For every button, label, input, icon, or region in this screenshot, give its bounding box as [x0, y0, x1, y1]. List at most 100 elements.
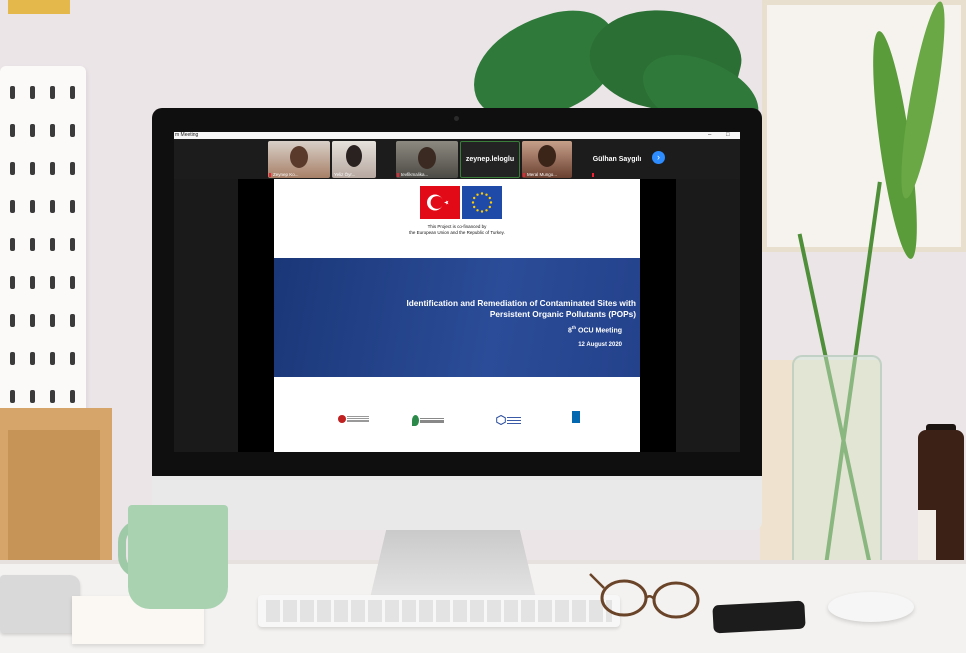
- eu-star-icon: [485, 193, 488, 196]
- pegboard-hole: [70, 124, 75, 137]
- participant-tile[interactable]: Yeliz Öyr...: [332, 141, 376, 178]
- title-band: Identification and Remediation of Contam…: [274, 258, 640, 377]
- eu-star-icon: [480, 192, 484, 195]
- window-title: m Meeting: [175, 132, 199, 138]
- avatar: [290, 146, 308, 168]
- pegboard-hole: [10, 162, 15, 175]
- shared-screen: This Project is co-financed by the Europ…: [238, 179, 676, 452]
- pegboard-hole: [50, 314, 55, 327]
- pegboard-hole: [70, 238, 75, 251]
- environment-agency-logo: [412, 415, 444, 429]
- participant-tile[interactable]: tevfikmalika...: [396, 141, 458, 178]
- sticky-note: [8, 0, 70, 14]
- pegboard-hole: [10, 314, 15, 327]
- pegboard-hole: [30, 86, 35, 99]
- eu-star-icon: [488, 205, 491, 209]
- mic-muted-icon: [523, 173, 525, 177]
- participant-tile[interactable]: Zeynep Ko...: [268, 141, 330, 178]
- pegboard-hole: [30, 390, 35, 403]
- pegboard-hole: [50, 86, 55, 99]
- slide-title: Identification and Remediation of Contam…: [346, 298, 636, 319]
- eu-star-icon: [488, 196, 491, 200]
- pegboard-hole: [50, 390, 55, 403]
- webcam-icon: [454, 116, 459, 121]
- eu-flag-icon: [462, 186, 502, 219]
- green-mug: [128, 505, 228, 609]
- participant-name: tevfikmalika...: [401, 172, 429, 177]
- meeting-label: 8th OCU Meeting: [568, 325, 622, 334]
- pegboard-hole: [70, 200, 75, 213]
- pegboard-hole: [50, 238, 55, 251]
- ministry-logo: [338, 415, 369, 429]
- slide-title-line: Persistent Organic Pollutants (POPs): [489, 308, 636, 319]
- pegboard-hole: [50, 276, 55, 289]
- pegboard-hole: [50, 162, 55, 175]
- eu-star-icon: [480, 210, 484, 213]
- participant-tile-active[interactable]: zeynep.leloglu: [460, 141, 520, 178]
- cork-board: [8, 430, 100, 570]
- pegboard-hole: [30, 162, 35, 175]
- eu-star-icon: [471, 201, 475, 204]
- window-titlebar[interactable]: m Meeting – □: [174, 132, 740, 139]
- pegboard-hole: [30, 352, 35, 365]
- pegboard-hole: [10, 124, 15, 137]
- eu-star-icon: [489, 201, 493, 204]
- cofinance-line: the European Union and the Republic of T…: [409, 229, 505, 235]
- participant-name: Meral Mungo...: [527, 172, 558, 177]
- slide-title-line: Identification and Remediation of Contam…: [406, 298, 636, 308]
- pegboard-hole: [30, 200, 35, 213]
- participant-tile[interactable]: Gülhan Saygılı: [586, 141, 648, 178]
- participant-strip: Zeynep Ko... Yeliz Öyr... tevfikmalika..…: [174, 139, 740, 179]
- meeting-text: OCU Meeting: [576, 327, 622, 335]
- participant-name: zeynep.leloglu: [465, 156, 515, 163]
- pegboard-hole: [30, 314, 35, 327]
- pegboard-hole: [50, 352, 55, 365]
- participant-name: Gülhan Saygılı: [592, 156, 642, 163]
- presentation-slide: This Project is co-financed by the Europ…: [274, 179, 640, 452]
- chevron-right-icon[interactable]: ›: [652, 151, 665, 164]
- eu-star-icon: [473, 196, 476, 200]
- smartphone: [712, 600, 806, 634]
- glasses-icon: [589, 573, 700, 619]
- monitor-chin: [152, 476, 762, 530]
- avatar: [538, 145, 556, 167]
- mic-muted-icon: [269, 173, 271, 177]
- eu-star-icon: [476, 193, 479, 196]
- pegboard-hole: [10, 390, 15, 403]
- eu-star-icon: [485, 209, 488, 212]
- keyboard-keys[interactable]: [266, 600, 612, 622]
- minimize-button[interactable]: –: [708, 132, 711, 139]
- pegboard-hole: [70, 162, 75, 175]
- pegboard-hole: [50, 124, 55, 137]
- pegboard-hole: [30, 124, 35, 137]
- mic-muted-icon: [397, 173, 399, 177]
- pegboard-hole: [10, 276, 15, 289]
- pegboard-hole: [30, 238, 35, 251]
- pegboard-hole: [30, 276, 35, 289]
- pegboard-hole: [10, 200, 15, 213]
- maximize-button[interactable]: □: [726, 132, 730, 139]
- participant-name: Yeliz Öyr...: [334, 172, 356, 177]
- pegboard: [0, 66, 86, 426]
- avatar: [346, 145, 362, 167]
- cofinance-note: This Project is co-financed by the Europ…: [334, 224, 580, 235]
- pegboard-hole: [10, 86, 15, 99]
- mic-muted-icon: [592, 173, 594, 177]
- laptop: [0, 575, 80, 633]
- avatar: [418, 147, 436, 169]
- pegboard-hole: [70, 86, 75, 99]
- pegboard-hole: [70, 352, 75, 365]
- pegboard-hole: [70, 390, 75, 403]
- eu-star-icon: [476, 209, 479, 212]
- monitor-screen: m Meeting – □ Zeynep Ko... Yeliz Öyr... …: [174, 132, 740, 452]
- pegboard-hole: [70, 276, 75, 289]
- undp-logo: [572, 411, 580, 425]
- participant-tile[interactable]: Meral Mungo...: [522, 141, 572, 178]
- meeting-date: 12 August 2020: [578, 342, 622, 348]
- turkey-flag-icon: [420, 186, 460, 219]
- pegboard-hole: [10, 352, 15, 365]
- mouse[interactable]: [828, 592, 914, 622]
- pops-logo: [496, 415, 521, 429]
- eu-star-icon: [473, 205, 476, 209]
- monitor-stand: [370, 528, 536, 598]
